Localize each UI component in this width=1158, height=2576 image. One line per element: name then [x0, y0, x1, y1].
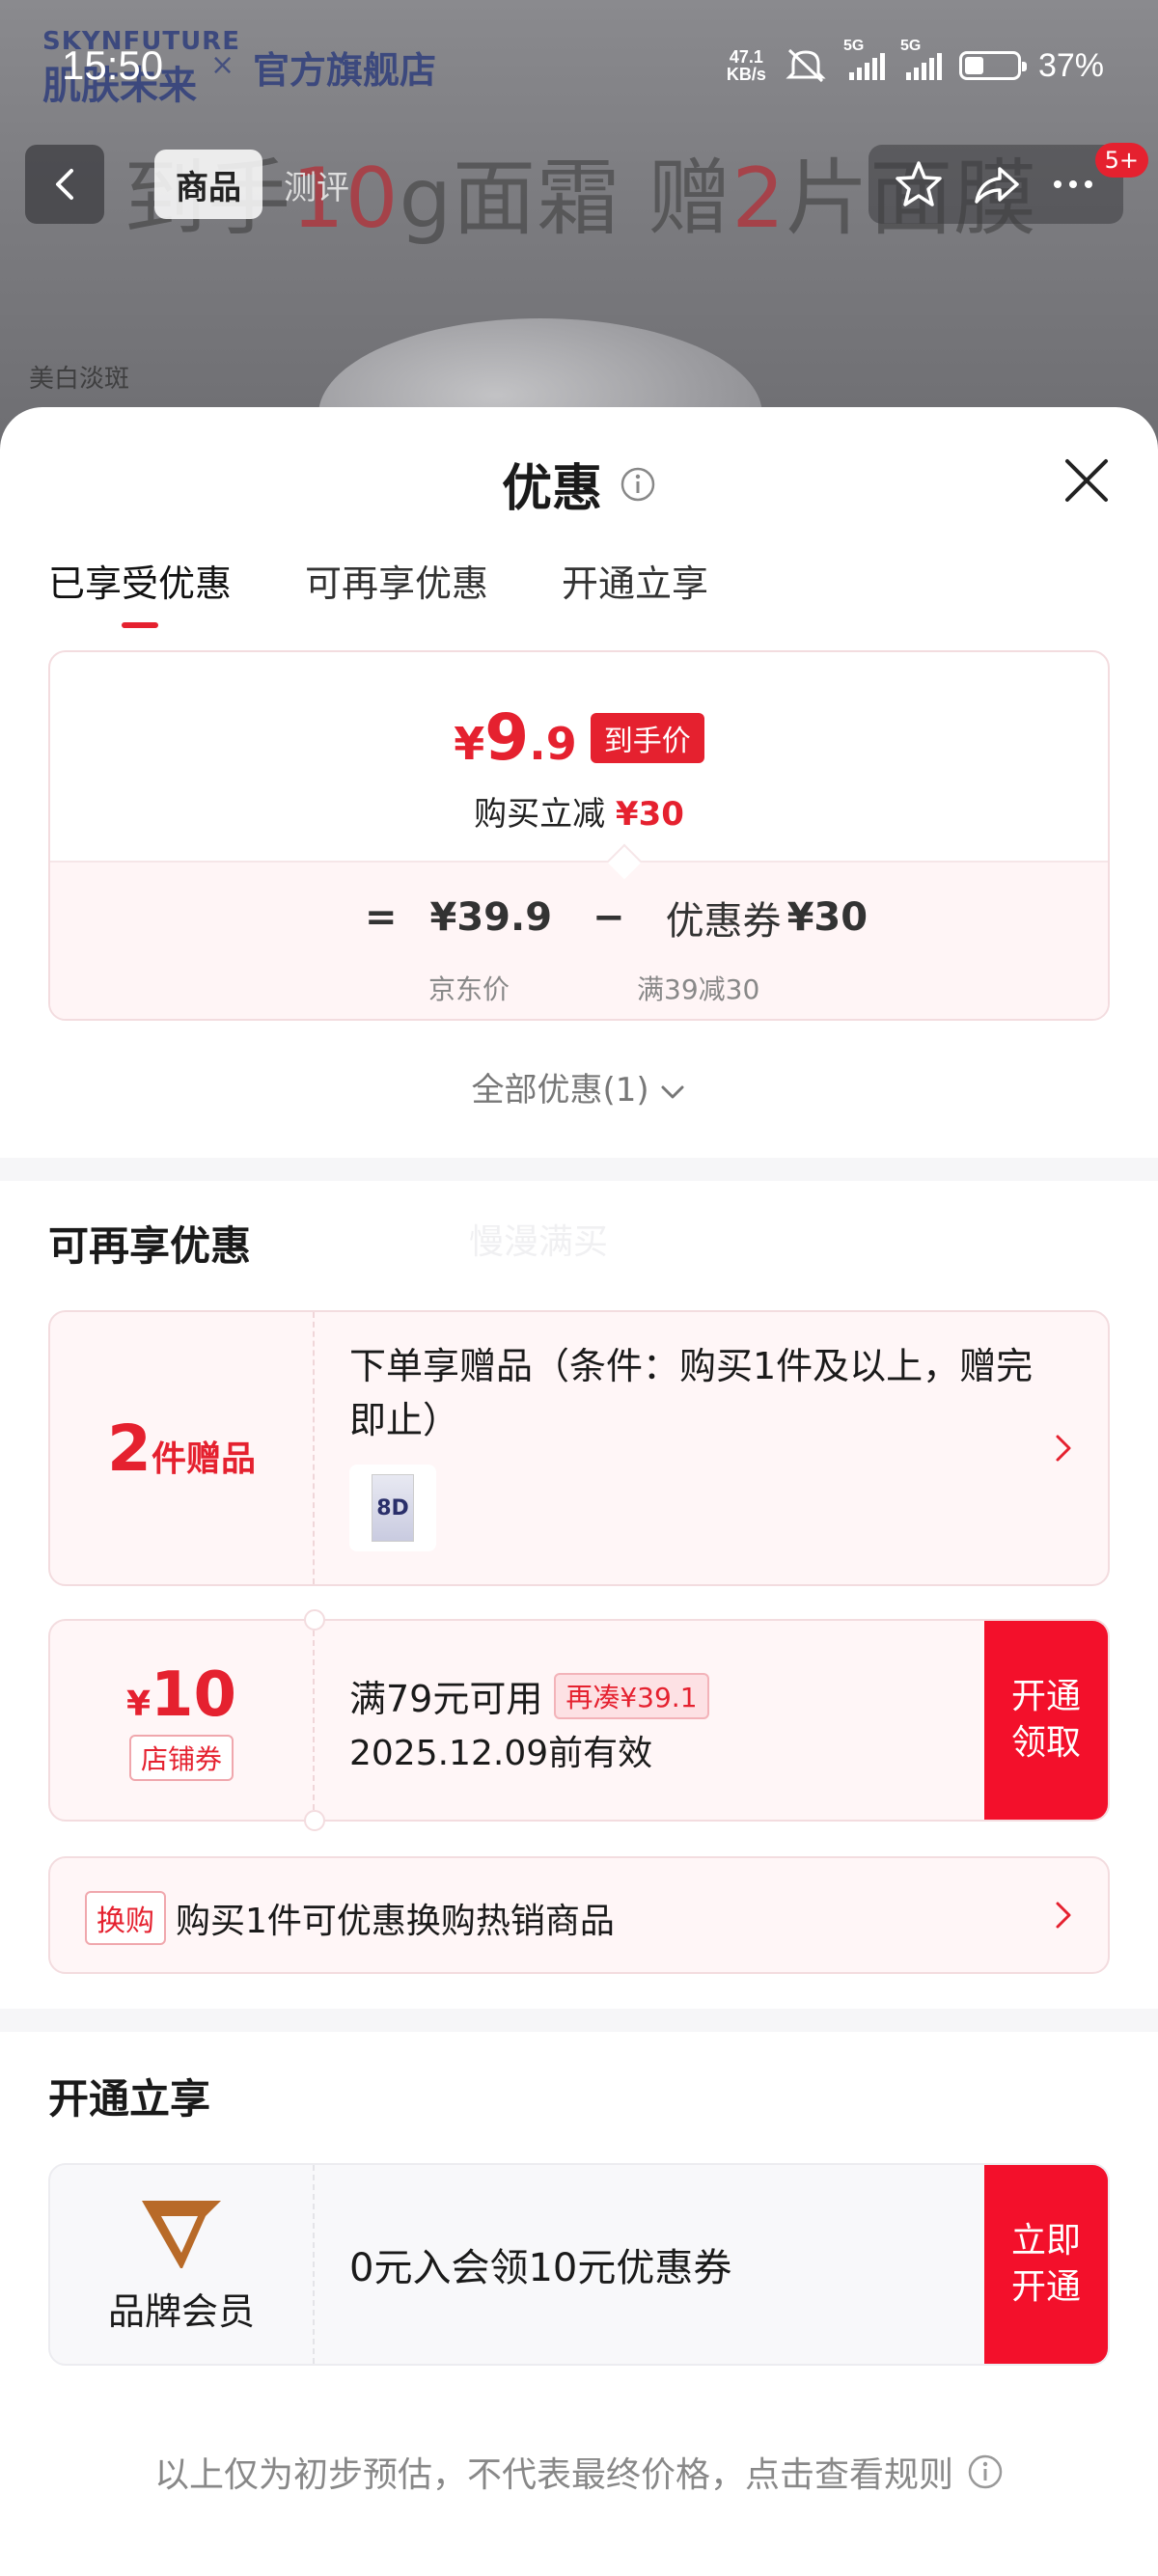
minus-sign: −: [593, 895, 625, 940]
signal-icon: 5G: [900, 38, 942, 80]
swap-tag: 换购: [85, 1891, 166, 1945]
equals-sign: =: [365, 895, 398, 940]
battery-icon: [958, 51, 1027, 80]
gift-offer-card[interactable]: 2 件赠品 下单享赠品（条件：购买1件及以上，赠完即止） 8D: [48, 1310, 1110, 1586]
add-more-pill: 再凑¥39.1: [554, 1672, 709, 1719]
star-icon[interactable]: [894, 159, 944, 209]
brand-member-logo-icon: [142, 2200, 221, 2268]
battery-percent: 37%: [1037, 46, 1104, 84]
chevron-down-icon: [661, 1085, 684, 1098]
tab-review[interactable]: 测评: [262, 150, 371, 219]
chevron-right-icon: [1056, 1435, 1071, 1462]
swap-description: 购买1件可优惠换购热销商品: [176, 1902, 615, 1941]
to-hand-badge: 到手价: [590, 713, 704, 763]
coupon-amount: ¥30: [786, 895, 868, 940]
all-discounts-toggle[interactable]: 全部优惠(1): [0, 1063, 1158, 1110]
join-now-button[interactable]: 立即 开通: [984, 2165, 1108, 2364]
section-title-more: 可再享优惠: [48, 1222, 252, 1270]
coupon-value: ¥10: [125, 1659, 237, 1731]
product-nav-tabs: 商品 测评: [154, 150, 371, 219]
chevron-left-icon: [56, 169, 73, 200]
section-divider: [0, 2009, 1158, 2032]
share-icon[interactable]: [971, 159, 1021, 209]
message-badge: 5+: [1094, 143, 1148, 178]
more-icon[interactable]: [1048, 159, 1098, 209]
section-divider: [0, 1158, 1158, 1181]
jd-price-label: 京东价: [428, 973, 510, 1005]
tab-enjoyed[interactable]: 已享受优惠: [48, 554, 232, 607]
member-label: 品牌会员: [107, 2289, 255, 2333]
swap-offer-card[interactable]: 换购 购买1件可优惠换购热销商品: [48, 1856, 1110, 1974]
store-coupon-tag: 店铺券: [128, 1735, 234, 1781]
brand-member-card: 品牌会员 0元入会领10元优惠券 立即 开通: [48, 2163, 1110, 2366]
close-icon[interactable]: [1060, 453, 1114, 507]
info-icon: [968, 2454, 1003, 2489]
discount-sheet: 优惠 已享受优惠 可再享优惠 开通立享 ¥9.9 到手价 购买立减 ¥30 = …: [0, 407, 1158, 2576]
footer-disclaimer[interactable]: 以上仅为初步预估，不代表最终价格，点击查看规则: [0, 2447, 1158, 2497]
final-price: ¥9.9: [454, 700, 577, 775]
product-tag: 美白淡斑: [29, 365, 130, 394]
nav-actions: [868, 145, 1123, 224]
status-time: 15:50: [62, 42, 164, 88]
gift-description: 下单享赠品（条件：购买1件及以上，赠完即止）: [349, 1345, 1034, 1441]
tab-product[interactable]: 商品: [154, 150, 262, 219]
coupon-rule: 满39减30: [637, 973, 760, 1005]
sheet-header: 优惠: [0, 407, 1158, 554]
gift-count: 2 件赠品: [107, 1411, 256, 1486]
info-icon[interactable]: [620, 466, 656, 503]
price-formula: = ¥39.9 − 优惠券 ¥30 京东价 满39减30: [50, 843, 1108, 1019]
status-bar: 15:50 47.1 KB/s 5G 5G 37%: [0, 0, 1158, 125]
coupon-condition: 满79元可用 再凑¥39.1: [349, 1669, 709, 1722]
coupon-validity: 2025.12.09前有效: [349, 1734, 653, 1773]
net-speed: 47.1 KB/s: [726, 47, 766, 84]
store-coupon-card: ¥10 店铺券 满79元可用 再凑¥39.1 2025.12.09前有效 开通 …: [48, 1609, 1110, 1831]
section-title-open: 开通立享: [48, 2075, 211, 2123]
chevron-right-icon: [1056, 1902, 1071, 1929]
back-button[interactable]: [25, 145, 104, 224]
coupon-label: 优惠券: [665, 899, 782, 944]
watermark-text: 慢漫满买: [469, 1222, 609, 1262]
signal-icon: 5G: [843, 38, 885, 80]
jd-price: ¥39.9: [429, 895, 553, 940]
price-breakdown-card: ¥9.9 到手价 购买立减 ¥30 = ¥39.9 − 优惠券 ¥30 京东价 …: [48, 650, 1110, 1021]
gift-thumbnail: 8D: [349, 1465, 436, 1551]
tab-open-now[interactable]: 开通立享: [562, 554, 708, 607]
tab-more-discounts[interactable]: 可再享优惠: [305, 554, 488, 607]
open-and-claim-button[interactable]: 开通 领取: [984, 1621, 1108, 1820]
mute-icon: [786, 48, 826, 83]
discount-tabs: 已享受优惠 可再享优惠 开通立享: [48, 554, 708, 607]
member-offer-text: 0元入会领10元优惠券: [349, 2246, 732, 2290]
instant-reduction: 购买立减 ¥30: [474, 795, 684, 834]
sheet-title: 优惠: [501, 460, 602, 518]
